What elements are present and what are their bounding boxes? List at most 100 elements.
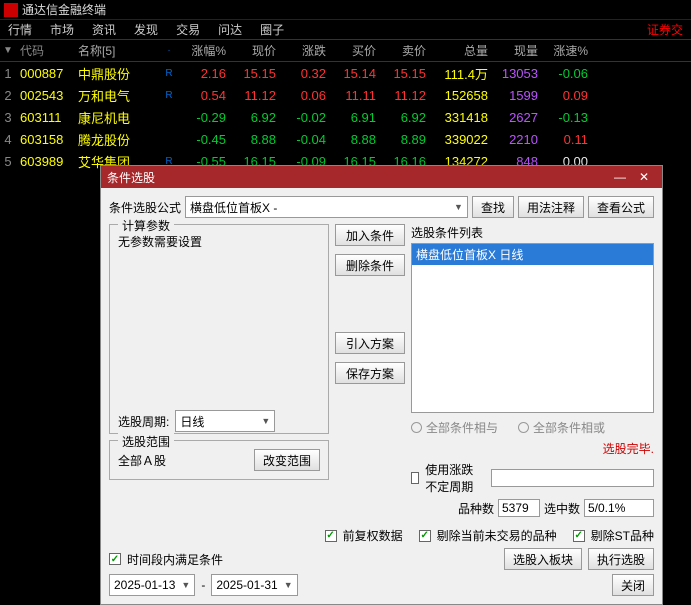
condition-listbox[interactable]: 横盘低位首板X 日线 (411, 243, 654, 413)
col-sort-icon[interactable]: ▼ (0, 45, 20, 56)
close-icon[interactable]: ✕ (632, 170, 656, 184)
period-label: 选股周期: (118, 413, 169, 430)
date-from-select[interactable]: 2025-01-13▼ (109, 574, 195, 596)
irregular-input[interactable] (491, 469, 654, 487)
cell-name: 中鼎股份 (78, 64, 164, 83)
period-value: 日线 (180, 413, 204, 430)
cell-chg: -0.04 (280, 132, 330, 147)
cell-ask: 15.15 (380, 66, 430, 81)
params-text: 无参数需要设置 (118, 233, 320, 250)
menu-0[interactable]: 行情 (8, 21, 32, 38)
add-condition-button[interactable]: 加入条件 (335, 224, 405, 246)
r-badge: R (164, 90, 178, 101)
col-now[interactable]: 现量 (492, 42, 542, 59)
cell-vol: 111.4万 (430, 64, 492, 83)
formula-select[interactable]: 横盘低位首板X - ▼ (185, 196, 468, 218)
cell-spd: 0.11 (542, 132, 592, 147)
condition-stock-dialog: 条件选股 — ✕ 条件选股公式 横盘低位首板X - ▼ 查找 用法注释 查看公式… (100, 165, 663, 605)
menu-5[interactable]: 问达 (218, 21, 242, 38)
cell-spd: -0.13 (542, 110, 592, 125)
col-bid[interactable]: 买价 (330, 42, 380, 59)
table-row[interactable]: 1000887中鼎股份R2.1615.150.3215.1415.15111.4… (0, 62, 691, 84)
scope-value: 全部Ａ股 (118, 452, 166, 469)
dialog-title: 条件选股 (107, 169, 608, 186)
cell-name: 万和电气 (78, 86, 164, 105)
date-to-select[interactable]: 2025-01-31▼ (211, 574, 297, 596)
cell-chg: -0.02 (280, 110, 330, 125)
period-select[interactable]: 日线 ▼ (175, 410, 275, 432)
cell-now: 13053 (492, 66, 542, 81)
radio-and[interactable]: 全部条件相与 (411, 419, 498, 436)
scope-fieldset: 选股范围 全部Ａ股 改变范围 (109, 440, 329, 480)
selected-value[interactable] (584, 499, 654, 517)
cell-code: 002543 (20, 88, 78, 103)
checkbox-exclude-nontrade[interactable]: ✓ (419, 530, 431, 542)
app-title: 通达信金融终端 (22, 1, 106, 18)
titlebar: 通达信金融终端 (0, 0, 691, 20)
to-block-button[interactable]: 选股入板块 (504, 548, 582, 570)
formula-label: 条件选股公式 (109, 199, 181, 216)
delete-condition-button[interactable]: 删除条件 (335, 254, 405, 276)
col-chg[interactable]: 涨跌 (280, 42, 330, 59)
find-button[interactable]: 查找 (472, 196, 514, 218)
close-button[interactable]: 关闭 (612, 574, 654, 596)
col-price[interactable]: 现价 (230, 42, 280, 59)
usage-button[interactable]: 用法注释 (518, 196, 584, 218)
scope-legend: 选股范围 (118, 433, 174, 450)
cell-ask: 8.89 (380, 132, 430, 147)
table-row[interactable]: 3603111康尼机电-0.296.92-0.026.916.923314182… (0, 106, 691, 128)
count-value[interactable] (498, 499, 540, 517)
menu-1[interactable]: 市场 (50, 21, 74, 38)
radio-icon (518, 422, 529, 433)
checkbox-irregular[interactable] (411, 472, 419, 484)
cell-vol: 339022 (430, 132, 492, 147)
cell-spd: -0.06 (542, 66, 592, 81)
dialog-titlebar[interactable]: 条件选股 — ✕ (101, 166, 662, 188)
chevron-down-icon: ▼ (261, 416, 270, 426)
status-text: 选股完毕. (411, 440, 654, 457)
save-plan-button[interactable]: 保存方案 (335, 362, 405, 384)
cell-bid: 15.14 (330, 66, 380, 81)
cell-now: 2627 (492, 110, 542, 125)
menu-6[interactable]: 圈子 (260, 21, 284, 38)
menu-2[interactable]: 资讯 (92, 21, 116, 38)
cell-code: 000887 (20, 66, 78, 81)
app-logo-icon (4, 3, 18, 17)
col-name[interactable]: 名称[5] (78, 42, 164, 59)
cell-pct: -0.29 (178, 110, 230, 125)
view-formula-button[interactable]: 查看公式 (588, 196, 654, 218)
params-legend: 计算参数 (118, 217, 174, 234)
col-ask[interactable]: 卖价 (380, 42, 430, 59)
col-code[interactable]: 代码 (20, 42, 78, 59)
r-badge: R (164, 68, 178, 79)
change-scope-button[interactable]: 改变范围 (254, 449, 320, 471)
list-item[interactable]: 横盘低位首板X 日线 (412, 244, 653, 265)
cell-code: 603111 (20, 110, 78, 125)
minimize-icon[interactable]: — (608, 170, 632, 184)
col-vol[interactable]: 总量 (430, 42, 492, 59)
table-row[interactable]: 4603158腾龙股份-0.458.88-0.048.888.893390222… (0, 128, 691, 150)
count-label: 品种数 (458, 500, 494, 517)
cell-chg: 0.32 (280, 66, 330, 81)
checkbox-time[interactable]: ✓ (109, 553, 121, 565)
list-legend: 选股条件列表 (411, 224, 654, 241)
checkbox-fq[interactable]: ✓ (325, 530, 337, 542)
radio-icon (411, 422, 422, 433)
import-plan-button[interactable]: 引入方案 (335, 332, 405, 354)
menu-4[interactable]: 交易 (176, 21, 200, 38)
menu-3[interactable]: 发现 (134, 21, 158, 38)
radio-or[interactable]: 全部条件相或 (518, 419, 605, 436)
cell-pct: 2.16 (178, 66, 230, 81)
checkbox-exclude-st[interactable]: ✓ (573, 530, 585, 542)
cell-chg: 0.06 (280, 88, 330, 103)
cell-price: 8.88 (230, 132, 280, 147)
table-row[interactable]: 2002543万和电气R0.5411.120.0611.1111.1215265… (0, 84, 691, 106)
cell-pct: -0.45 (178, 132, 230, 147)
col-pct[interactable]: 涨幅% (178, 42, 230, 59)
cell-ask: 11.12 (380, 88, 430, 103)
col-spd[interactable]: 涨速% (542, 42, 592, 59)
run-button[interactable]: 执行选股 (588, 548, 654, 570)
formula-value: 横盘低位首板X - (190, 199, 277, 216)
menu-right-link[interactable]: 证券交 (647, 21, 683, 38)
menubar: 行情 市场 资讯 发现 交易 问达 圈子 证券交 (0, 20, 691, 40)
